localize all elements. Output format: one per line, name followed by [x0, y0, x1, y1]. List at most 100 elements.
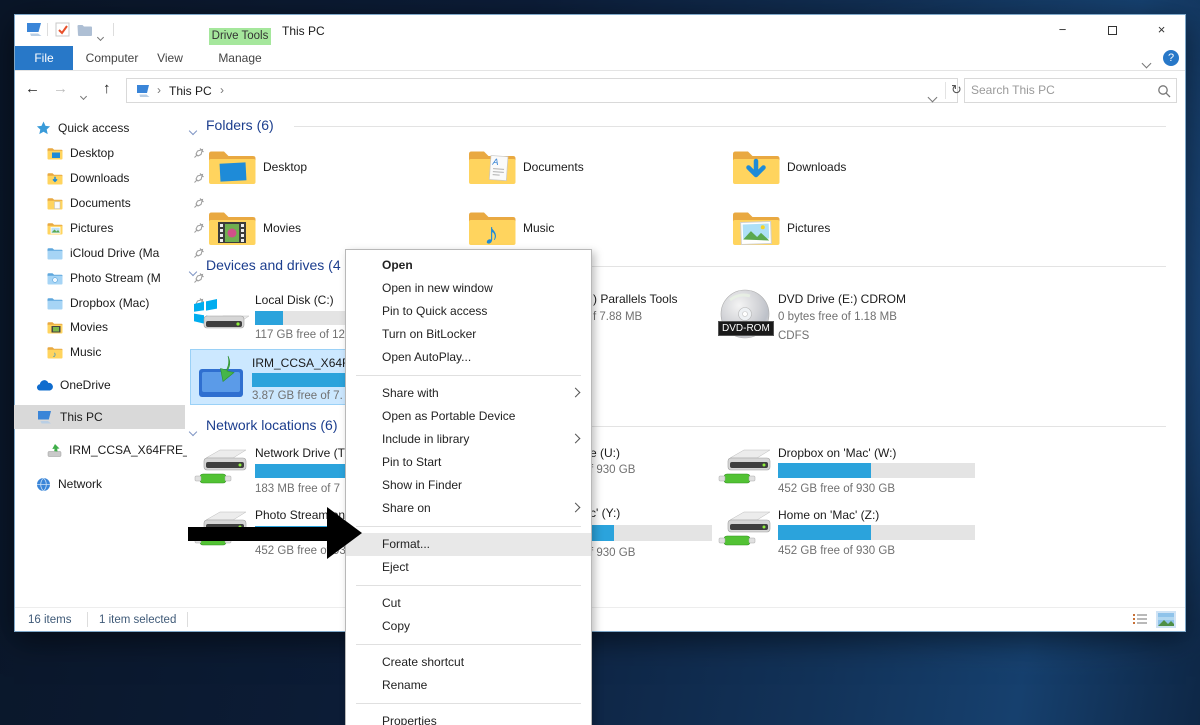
submenu-arrow-icon [571, 434, 581, 444]
address-dropdown-chevron-icon[interactable] [929, 88, 936, 106]
breadcrumb[interactable]: › This PC › ↻ [126, 78, 958, 103]
menu-item-share-with[interactable]: Share with [346, 382, 591, 405]
sidebar-item-downloads[interactable]: Downloads [47, 166, 129, 190]
menu-item-pin-to-quick-access[interactable]: Pin to Quick access [346, 300, 591, 323]
menu-item-open-autoplay[interactable]: Open AutoPlay... [346, 346, 591, 369]
menu-item-rename[interactable]: Rename [346, 674, 591, 697]
drive-parallels-name-fragment[interactable]: ) Parallels Tools [593, 292, 677, 306]
search-input[interactable] [965, 79, 1135, 101]
network-group-header[interactable]: Network locations (6) [206, 417, 338, 433]
network-u-drive-name-fragment[interactable]: e (U:) [590, 446, 620, 460]
search-icon[interactable] [1157, 84, 1171, 103]
sidebar-item-music[interactable]: ♪ Music [47, 340, 101, 364]
folder-tile-documents[interactable]: A Documents [468, 146, 688, 194]
menu-item-open[interactable]: Open [346, 254, 591, 277]
folders-group-header[interactable]: Folders (6) [206, 117, 274, 133]
network-y-drive-name-fragment[interactable]: c' (Y:) [590, 506, 620, 520]
folder-tile-music[interactable]: ♪ Music [468, 207, 688, 255]
menu-item-share-on[interactable]: Share on [346, 497, 591, 520]
sidebar-item-documents[interactable]: Documents [47, 191, 131, 215]
breadcrumb-separator: › [220, 83, 224, 97]
menu-item-show-in-finder[interactable]: Show in Finder [346, 474, 591, 497]
menu-item-format[interactable]: Format... [346, 533, 591, 556]
new-folder-qat-icon[interactable] [77, 23, 92, 41]
details-view-toggle-icon[interactable] [1132, 612, 1148, 632]
tab-manage[interactable]: Manage [209, 46, 271, 70]
menu-item-pin-to-start[interactable]: Pin to Start [346, 451, 591, 474]
folder-tile-desktop[interactable]: Desktop [208, 146, 428, 194]
folder-tile-downloads[interactable]: Downloads [732, 146, 952, 194]
navigation-pane: Quick access Desktop Downloads Documents… [14, 110, 186, 610]
menu-item-cut[interactable]: Cut [346, 592, 591, 615]
tab-computer[interactable]: Computer [81, 46, 143, 70]
back-button[interactable]: ← [25, 80, 40, 97]
ribbon-tab-row: File Computer View Manage ? [15, 45, 1185, 71]
menu-item-include-in-library[interactable]: Include in library [346, 428, 591, 451]
tab-file[interactable]: File [15, 46, 73, 70]
menu-item-copy[interactable]: Copy [346, 615, 591, 638]
drive-tools-contextual-tab[interactable]: Drive Tools [209, 28, 271, 45]
thumbnail-view-toggle-icon[interactable] [1156, 611, 1176, 633]
folder-desktop-icon [47, 147, 63, 160]
sidebar-item-photo-stream[interactable]: Photo Stream (M [47, 266, 161, 290]
window-title: This PC [282, 24, 325, 38]
network-tile-dropbox-w[interactable]: Dropbox on 'Mac' (W:) 452 GB free of 930… [716, 442, 976, 500]
up-button[interactable]: ↑ [103, 80, 111, 97]
submenu-arrow-icon [571, 388, 581, 398]
menu-separator [356, 375, 581, 376]
folder-tile-pictures[interactable]: Pictures [732, 207, 952, 255]
properties-qat-icon[interactable] [55, 22, 70, 42]
qat-customize-arrow-icon[interactable] [98, 27, 103, 45]
devices-group-header[interactable]: Devices and drives (4 [206, 257, 341, 273]
folder-movies-icon [47, 321, 63, 334]
tab-view[interactable]: View [147, 46, 193, 70]
recent-locations-chevron-icon[interactable] [81, 86, 86, 104]
network-u-drive-free-fragment: f 930 GB [590, 464, 635, 476]
sidebar-item-this-pc[interactable]: This PC [36, 405, 103, 429]
refresh-icon[interactable]: ↻ [951, 82, 962, 98]
search-box[interactable] [964, 78, 1177, 103]
home-capacity-bar [778, 525, 975, 540]
documents-folder-icon: A [468, 146, 516, 186]
network-group-chevron-icon[interactable] [190, 422, 196, 440]
help-icon[interactable]: ? [1163, 50, 1179, 66]
devices-group-chevron-icon[interactable] [190, 262, 196, 280]
breadcrumb-separator: › [157, 83, 161, 97]
drive-tile-dvd[interactable]: DVD-ROM DVD Drive (E:) CDROM 0 bytes fre… [716, 288, 976, 350]
sidebar-item-pictures[interactable]: Pictures [47, 216, 113, 240]
drive-context-menu: Open Open in new window Pin to Quick acc… [345, 249, 592, 725]
menu-item-create-shortcut[interactable]: Create shortcut [346, 651, 591, 674]
folder-cloud-icon [47, 247, 63, 260]
sidebar-item-network[interactable]: Network [36, 472, 102, 496]
close-button[interactable]: × [1139, 15, 1184, 44]
forward-button[interactable]: → [53, 80, 68, 97]
this-pc-qat-icon[interactable] [25, 22, 43, 42]
sidebar-item-dropbox[interactable]: Dropbox (Mac) [47, 291, 149, 315]
breadcrumb-location[interactable]: This PC [169, 84, 212, 98]
menu-item-open-as-portable-device[interactable]: Open as Portable Device [346, 405, 591, 428]
menu-item-properties[interactable]: Properties [346, 710, 591, 725]
submenu-arrow-icon [571, 503, 581, 513]
sidebar-item-desktop[interactable]: Desktop [47, 141, 114, 165]
status-separator [187, 612, 188, 627]
sidebar-item-movies[interactable]: Movies [47, 315, 108, 339]
sidebar-item-onedrive[interactable]: OneDrive [36, 373, 111, 397]
folder-tile-movies[interactable]: Movies [208, 207, 428, 255]
sidebar-item-irm-drive[interactable]: IRM_CCSA_X64FRE_EN [47, 438, 187, 462]
sidebar-item-icloud-drive[interactable]: iCloud Drive (Ma [47, 241, 159, 265]
minimize-button[interactable]: − [1040, 15, 1085, 44]
folders-group-chevron-icon[interactable] [190, 121, 196, 139]
qat-separator [47, 23, 48, 36]
maximize-button[interactable] [1090, 15, 1135, 44]
menu-item-eject[interactable]: Eject [346, 556, 591, 579]
ribbon-expand-chevron-icon[interactable] [1143, 54, 1150, 72]
menu-item-turn-on-bitlocker[interactable]: Turn on BitLocker [346, 323, 591, 346]
menu-separator [356, 585, 581, 586]
pictures-folder-icon [732, 207, 780, 247]
network-tile-home-z[interactable]: Home on 'Mac' (Z:) 452 GB free of 930 GB [716, 504, 976, 562]
selection-count: 1 item selected [99, 614, 176, 626]
sidebar-item-quick-access[interactable]: Quick access [36, 116, 129, 140]
menu-item-open-in-new-window[interactable]: Open in new window [346, 277, 591, 300]
folder-documents-icon [47, 197, 63, 210]
network-drive-icon [716, 444, 772, 494]
